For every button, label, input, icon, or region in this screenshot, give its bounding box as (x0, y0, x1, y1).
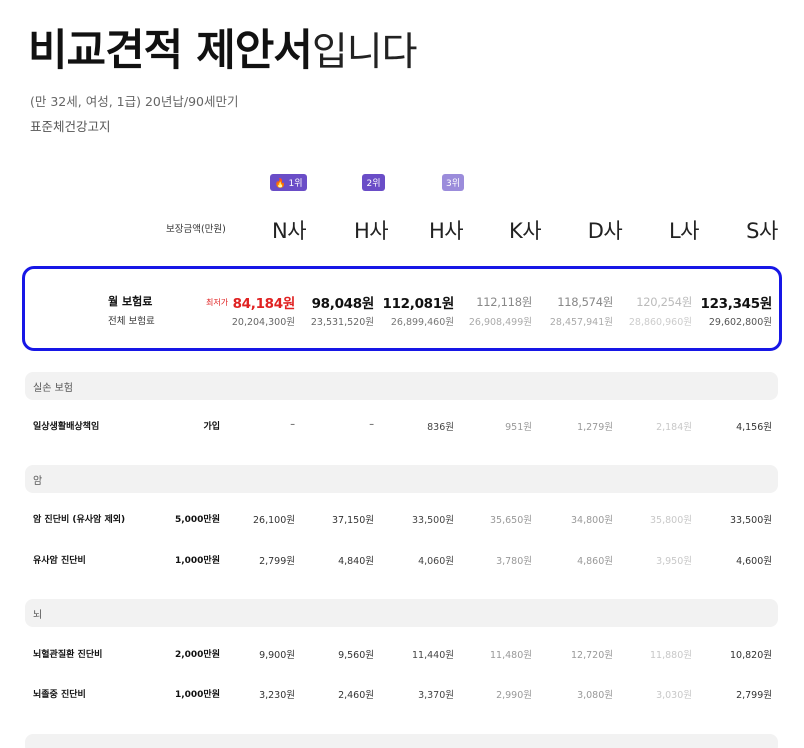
premium-cell: 37,150원 (332, 515, 374, 526)
premium-cell: 3,780원 (496, 556, 532, 567)
rank-badge-1: 🔥 1위 (270, 174, 307, 191)
premium-cell: 33,500원 (730, 515, 772, 526)
premium-cell: 34,800원 (571, 515, 613, 526)
premium-cell: 11,480원 (490, 650, 532, 661)
premium-cell: 2,184원 (656, 422, 692, 433)
premium-cell: 26,100원 (253, 515, 295, 526)
total-premium-value: 29,602,800원 (708, 317, 772, 328)
coverage-name: 뇌졸중 진단비 (33, 690, 86, 700)
section-title: 뇌 (33, 610, 43, 621)
company-name: N사 (271, 219, 307, 243)
premium-cell: 11,440원 (412, 650, 454, 661)
premium-cell: 3,030원 (656, 690, 692, 701)
premium-cell: 2,460원 (338, 690, 374, 701)
coverage-name: 유사암 진단비 (33, 556, 86, 566)
coverage-name: 암 진단비 (유사암 제외) (33, 515, 126, 525)
rank-badge-3: 3위 (442, 174, 464, 191)
premium-cell: 3,950원 (656, 556, 692, 567)
premium-cell: 3,370원 (418, 690, 454, 701)
page-title-suffix: 입니다 (311, 30, 418, 75)
premium-cell: 4,156원 (736, 422, 772, 433)
premium-cell: 3,230원 (259, 690, 295, 701)
company-name: D사 (587, 219, 623, 243)
coverage-amount: 가입 (203, 422, 220, 432)
premium-cell: 4,600원 (736, 556, 772, 567)
premium-cell: 9,900원 (259, 650, 295, 661)
section-header-next (25, 734, 778, 748)
premium-cell: 35,800원 (650, 515, 692, 526)
company-name: L사 (668, 219, 700, 243)
section-header-cancer: 암 (25, 465, 778, 493)
coverage-amount: 5,000만원 (174, 515, 220, 525)
section-title: 암 (33, 476, 43, 487)
premium-cell: 836원 (427, 422, 454, 433)
premium-cell: 3,080원 (577, 690, 613, 701)
section-header-indemnity: 실손 보험 (25, 372, 778, 400)
company-name: S사 (746, 219, 778, 243)
premium-cell: 11,880원 (650, 650, 692, 661)
premium-cell: 12,720원 (571, 650, 613, 661)
company-name: K사 (508, 219, 542, 243)
premium-cell: 4,840원 (338, 556, 374, 567)
premium-cell: 9,560원 (338, 650, 374, 661)
page-title-bold: 비교견적 제안서 (28, 26, 313, 76)
premium-cell: 33,500원 (412, 515, 454, 526)
company-name: H사 (353, 219, 389, 243)
premium-cell: 4,860원 (577, 556, 613, 567)
page-title: 비교견적 제안서입니다 (28, 30, 418, 75)
rank-badge-2: 2위 (362, 174, 385, 191)
coverage-name: 뇌혈관질환 진단비 (33, 650, 103, 660)
premium-cell: 35,650원 (490, 515, 532, 526)
total-premium-label: 전체 보험료 (108, 316, 155, 327)
premium-cell: 2,799원 (259, 556, 295, 567)
monthly-premium-value: 123,345원 (700, 296, 772, 312)
premium-cell: 1,279원 (577, 422, 613, 433)
section-title: 실손 보험 (33, 383, 73, 394)
premium-cell: – (290, 419, 295, 430)
premium-cell: 2,990원 (496, 690, 532, 701)
section-header-brain: 뇌 (25, 599, 778, 627)
premium-cell: 951원 (505, 422, 532, 433)
coverage-amount: 2,000만원 (174, 650, 220, 660)
premium-cell: 10,820원 (730, 650, 772, 661)
monthly-premium-label: 월 보험료 (108, 295, 153, 308)
premium-cell: 2,799원 (736, 690, 772, 701)
premium-cell: 4,060원 (418, 556, 454, 567)
coverage-name: 일상생활배상책임 (33, 422, 100, 432)
plan-name: 표준체건강고지 (30, 119, 111, 134)
company-name: H사 (428, 219, 464, 243)
premium-cell: – (369, 419, 374, 430)
quote-conditions: (만 32세, 여성, 1급) 20년납/90세만기 (30, 94, 239, 109)
coverage-amount-header: 보장금액(만원) (166, 224, 226, 235)
coverage-amount: 1,000만원 (174, 556, 220, 566)
coverage-amount: 1,000만원 (174, 690, 220, 700)
